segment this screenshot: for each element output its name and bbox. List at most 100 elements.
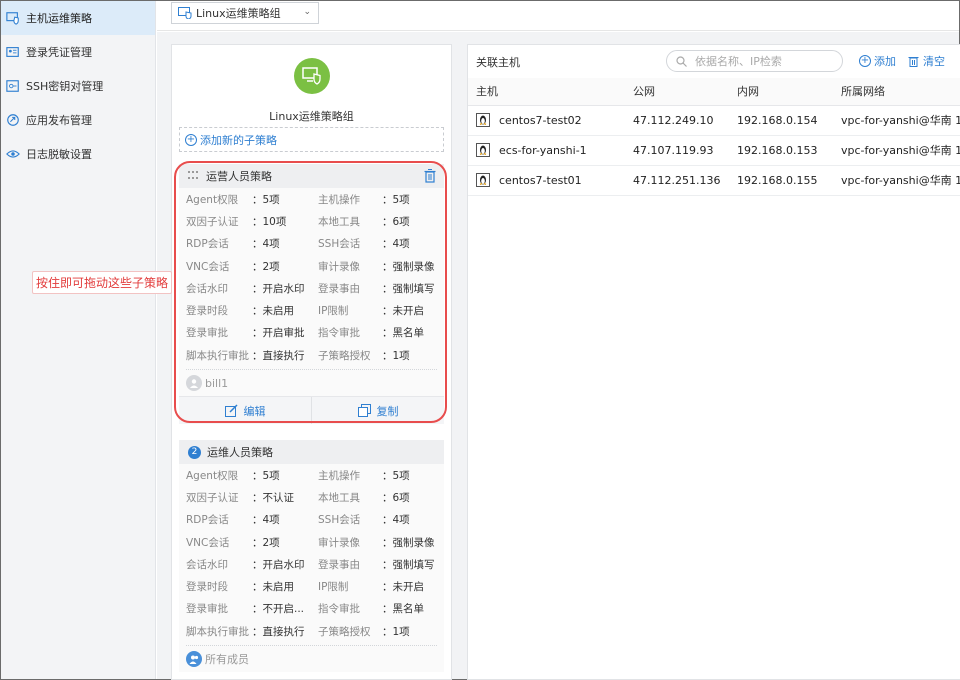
drag-hint-annotation: 按住即可拖动这些子策略 (32, 271, 173, 294)
key-icon (5, 78, 21, 94)
add-sub-policy-button[interactable]: + 添加新的子策略 (179, 127, 444, 152)
monitor-shield-icon (302, 67, 321, 85)
policy-row: 登录审批 ：不开启... 指令审批 ：黑名单 (186, 598, 437, 620)
column-header[interactable]: 主机 (468, 78, 625, 106)
setting-label: RDP会话 (186, 514, 229, 527)
policy-row: Agent权限 ：5项 主机操作 ：5项 (186, 464, 437, 486)
setting-value: ：开启水印 (252, 282, 305, 295)
edit-button[interactable]: 编辑 (179, 397, 311, 424)
host-search-input[interactable]: 依据名称、IP检索 (666, 50, 843, 72)
user-avatar-icon (186, 375, 202, 392)
table-row[interactable]: centos7-test02 47.112.249.10 192.168.0.1… (468, 105, 960, 136)
policy-row: Agent权限 ：5项 主机操作 ：5项 (186, 188, 437, 210)
sidebar-item-ssh-keys[interactable]: SSH密钥对管理 (1, 69, 155, 103)
sidebar-item-app-publish[interactable]: 应用发布管理 (1, 103, 155, 137)
plus-circle-icon: + (859, 55, 871, 67)
setting-label: VNC会话 (186, 536, 230, 549)
policy-row: 双因子认证 ：10项 本地工具 ：6项 (186, 210, 437, 232)
setting-label: 双因子认证 (186, 491, 239, 504)
setting-label: 登录事由 (318, 558, 360, 571)
policy-card[interactable]: 运营人员策略 Agent权限 ：5项 主机操作 ：5项 双因子认证 ：10项 本地工具 ：6… (179, 164, 444, 425)
setting-label: Agent权限 (186, 193, 239, 206)
policy-row: 会话水印 ：开启水印 登录事由 ：强制填写 (186, 277, 437, 299)
linux-icon (476, 143, 490, 157)
trash-icon (908, 57, 919, 67)
setting-value: ：4项 (252, 238, 280, 251)
setting-label: 子策略授权 (318, 349, 371, 362)
private-ip: 192.168.0.154 (729, 105, 833, 136)
setting-label: 指令审批 (318, 327, 360, 340)
search-placeholder: 依据名称、IP检索 (695, 55, 782, 68)
policy-row: RDP会话 ：4项 SSH会话 ：4项 (186, 233, 437, 255)
setting-label: VNC会话 (186, 260, 230, 273)
add-sub-policy-label: 添加新的子策略 (200, 133, 277, 147)
setting-value: ：黑名单 (382, 327, 424, 340)
linux-icon (476, 113, 490, 127)
setting-value: ：强制录像 (382, 536, 435, 549)
setting-label: Agent权限 (186, 469, 239, 482)
policy-card[interactable]: 2 运维人员策略 Agent权限 ：5项 主机操作 ：5项 双因子认证 ：不认证 本地工具… (179, 440, 444, 673)
drag-handle-icon[interactable] (188, 171, 198, 181)
copy-button[interactable]: 复制 (311, 397, 444, 425)
group-select[interactable]: Linux运维策略组 ⌄ (171, 2, 319, 24)
setting-label: 本地工具 (318, 491, 360, 504)
setting-label: SSH会话 (318, 514, 361, 527)
policy-row: 脚本执行审批 ：直接执行 子策略授权 ：1项 (186, 344, 437, 366)
setting-value: ：未启用 (252, 305, 294, 318)
setting-value: ：未启用 (252, 581, 294, 594)
setting-value: ：开启审批 (252, 327, 305, 340)
policy-card-header[interactable]: 2 运维人员策略 (179, 440, 444, 464)
top-bar: Linux运维策略组 ⌄ (157, 1, 959, 31)
monitor-icon (178, 7, 192, 19)
policy-card-header[interactable]: 运营人员策略 (179, 164, 444, 188)
hosts-table: 主机 公网 内网 所属网络 centos7-test02 47.112.249.… (468, 78, 960, 196)
setting-value: ：5项 (382, 469, 410, 482)
network: vpc-for-yanshi@华南 1 (833, 105, 960, 136)
copy-label: 复制 (376, 404, 399, 418)
sidebar-item-host-policy[interactable]: 主机运维策略 (1, 1, 155, 35)
policy-row: RDP会话 ：4项 SSH会话 ：4项 (186, 509, 437, 531)
setting-value: ：2项 (252, 260, 280, 273)
public-ip: 47.112.249.10 (625, 105, 729, 136)
table-row[interactable]: centos7-test01 47.112.251.136 192.168.0.… (468, 165, 960, 196)
public-ip: 47.107.119.93 (625, 135, 729, 166)
sidebar-item-label: 主机运维策略 (26, 12, 92, 25)
add-host-button[interactable]: + 添加 (859, 53, 896, 69)
table-header-row: 主机 公网 内网 所属网络 (468, 78, 960, 106)
policy-title: 运营人员策略 (206, 170, 272, 183)
group-select-value: Linux运维策略组 (196, 7, 281, 20)
column-header[interactable]: 公网 (625, 78, 729, 106)
group-name: Linux运维策略组 (269, 110, 354, 123)
column-header[interactable]: 内网 (729, 78, 833, 106)
table-row[interactable]: ecs-for-yanshi-1 47.107.119.93 192.168.0… (468, 135, 960, 166)
trash-icon[interactable] (424, 169, 436, 183)
public-ip: 47.112.251.136 (625, 165, 729, 196)
setting-value: ：直接执行 (252, 349, 305, 362)
panel-title: 关联主机 (476, 56, 520, 69)
setting-label: 审计录像 (318, 260, 360, 273)
sidebar-item-credentials[interactable]: 登录凭证管理 (1, 35, 155, 69)
setting-value: ：1项 (382, 349, 410, 362)
search-icon (676, 55, 687, 67)
policy-row: 双因子认证 ：不认证 本地工具 ：6项 (186, 486, 437, 508)
setting-value: ：5项 (382, 193, 410, 206)
sidebar-item-log-masking[interactable]: 日志脱敏设置 (1, 137, 155, 171)
clear-hosts-button[interactable]: 清空 (908, 53, 945, 69)
setting-value: ：5项 (252, 193, 280, 206)
setting-value: ：4项 (382, 514, 410, 527)
policy-card-actions: 编辑 复制 (179, 396, 444, 425)
setting-value: ：未开启 (382, 305, 424, 318)
setting-value: ：5项 (252, 469, 280, 482)
policy-row: 会话水印 ：开启水印 登录事由 ：强制填写 (186, 553, 437, 575)
private-ip: 192.168.0.155 (729, 165, 833, 196)
setting-value: ：强制填写 (382, 558, 435, 571)
private-ip: 192.168.0.153 (729, 135, 833, 166)
column-header[interactable]: 所属网络 (833, 78, 960, 106)
owner-name: bill1 (205, 376, 229, 390)
clear-label: 清空 (923, 55, 945, 68)
policy-row: 登录时段 ：未启用 IP限制 ：未开启 (186, 299, 437, 321)
policy-row: 登录时段 ：未启用 IP限制 ：未开启 (186, 575, 437, 597)
setting-label: 指令审批 (318, 603, 360, 616)
eye-icon (5, 146, 21, 162)
setting-label: 会话水印 (186, 282, 228, 295)
